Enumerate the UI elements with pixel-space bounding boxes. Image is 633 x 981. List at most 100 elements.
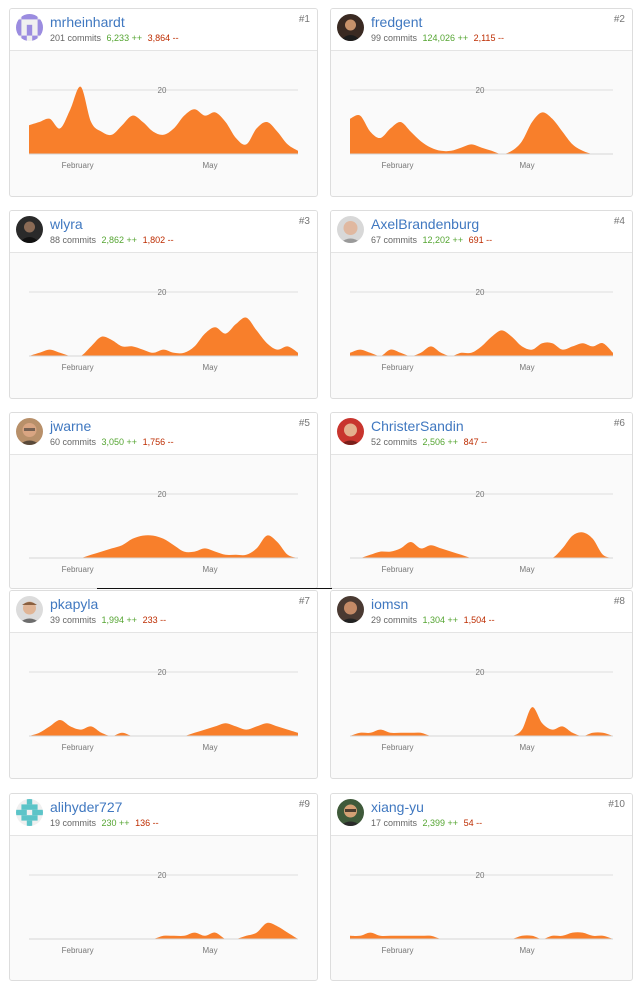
x-tick-label: May	[519, 946, 534, 955]
commit-count[interactable]: 29 commits	[371, 615, 417, 625]
contributor-header: AxelBrandenburg 67 commits 12,202 ++ 691…	[331, 211, 632, 253]
commit-area	[350, 330, 613, 356]
contributor-card: alihyder727 19 commits 230 ++ 136 -- #9 …	[9, 793, 318, 981]
contributor-card: iomsn 29 commits 1,304 ++ 1,504 -- #8 20…	[330, 590, 633, 779]
contributor-stats: 67 commits 12,202 ++ 691 --	[371, 235, 492, 245]
x-tick-label: February	[62, 363, 94, 372]
additions-count: 2,506 ++	[422, 437, 459, 447]
y-tick-label: 20	[476, 86, 485, 95]
additions-count: 2,862 ++	[101, 235, 138, 245]
x-tick-label: February	[382, 743, 414, 752]
x-tick-label: February	[62, 743, 94, 752]
contributor-username[interactable]: pkapyla	[50, 596, 98, 612]
contributor-header: ChristerSandin 52 commits 2,506 ++ 847 -…	[331, 413, 632, 455]
x-tick-label: May	[519, 743, 534, 752]
deletions-count: 847 --	[463, 437, 488, 447]
deletions-count: 691 --	[468, 235, 493, 245]
y-tick-label: 20	[158, 668, 167, 677]
commit-area	[29, 922, 298, 939]
deletions-count: 2,115 --	[473, 33, 504, 43]
contributor-username[interactable]: wlyra	[50, 216, 83, 232]
rank-label: #8	[613, 596, 625, 607]
contributor-username[interactable]: mrheinhardt	[50, 14, 125, 30]
avatar-photo-dark-icon[interactable]	[16, 216, 43, 243]
y-tick-label: 20	[158, 86, 167, 95]
x-tick-label: February	[382, 161, 414, 170]
rank-label: #1	[298, 14, 310, 25]
additions-count: 12,202 ++	[422, 235, 464, 245]
commit-count[interactable]: 201 commits	[50, 33, 101, 43]
commit-count[interactable]: 52 commits	[371, 437, 417, 447]
avatar-photo-red-icon[interactable]	[337, 418, 364, 445]
deletions-count: 3,864 --	[147, 33, 179, 43]
contributor-card: xiang-yu 17 commits 2,399 ++ 54 -- #10 2…	[330, 793, 633, 981]
avatar-photo-icon[interactable]	[16, 596, 43, 623]
commit-activity-chart: 20 February May	[350, 288, 613, 372]
contributor-stats: 17 commits 2,399 ++ 54 --	[371, 818, 482, 828]
contributor-username[interactable]: fredgent	[371, 14, 422, 30]
deletions-count: 1,504 --	[463, 615, 495, 625]
rank-label: #6	[613, 418, 625, 429]
commit-activity-chart: 20 February May	[350, 871, 613, 955]
identicon-purple-icon[interactable]	[16, 14, 43, 41]
commit-count[interactable]: 19 commits	[50, 818, 96, 828]
y-tick-label: 20	[158, 871, 167, 880]
avatar-photo-light-icon[interactable]	[337, 216, 364, 243]
commit-count[interactable]: 39 commits	[50, 615, 96, 625]
y-tick-label: 20	[158, 490, 167, 499]
commit-count[interactable]: 99 commits	[371, 33, 417, 43]
contributor-username[interactable]: ChristerSandin	[371, 418, 464, 434]
contributor-card: fredgent 99 commits 124,026 ++ 2,115 -- …	[330, 8, 633, 197]
commit-activity-chart: 20 February May	[29, 490, 298, 574]
deletions-count: 136 --	[135, 818, 159, 828]
commit-area	[29, 535, 298, 558]
x-tick-label: May	[202, 946, 217, 955]
contributor-header: jwarne 60 commits 3,050 ++ 1,756 -- #5	[10, 413, 317, 455]
rank-label: #3	[298, 216, 310, 227]
contributor-header: xiang-yu 17 commits 2,399 ++ 54 -- #10	[331, 794, 632, 836]
identicon-teal-icon[interactable]	[16, 799, 43, 826]
x-tick-label: February	[62, 161, 94, 170]
commit-count[interactable]: 67 commits	[371, 235, 417, 245]
commit-count[interactable]: 60 commits	[50, 437, 96, 447]
x-tick-label: February	[382, 363, 414, 372]
contributor-stats: 201 commits 6,233 ++ 3,864 --	[50, 33, 179, 43]
rank-label: #10	[608, 799, 625, 810]
additions-count: 6,233 ++	[106, 33, 143, 43]
rank-label: #2	[613, 14, 625, 25]
commit-area	[29, 317, 298, 356]
contributor-header: pkapyla 39 commits 1,994 ++ 233 -- #7	[10, 591, 317, 633]
avatar-photo-icon[interactable]	[337, 799, 364, 826]
contributor-username[interactable]: xiang-yu	[371, 799, 424, 815]
avatar-photo-icon[interactable]	[16, 418, 43, 445]
y-tick-label: 20	[476, 871, 485, 880]
contributor-card: ChristerSandin 52 commits 2,506 ++ 847 -…	[330, 412, 633, 589]
commit-activity-chart: 20 February May	[29, 871, 298, 955]
x-tick-label: May	[519, 565, 534, 574]
additions-count: 1,994 ++	[101, 615, 138, 625]
contributor-stats: 52 commits 2,506 ++ 847 --	[371, 437, 487, 447]
rank-label: #5	[298, 418, 310, 429]
x-tick-label: February	[62, 565, 94, 574]
commit-area	[350, 707, 613, 736]
contributor-username[interactable]: AxelBrandenburg	[371, 216, 479, 232]
x-tick-label: February	[62, 946, 94, 955]
contributor-header: wlyra 88 commits 2,862 ++ 1,802 -- #3	[10, 211, 317, 253]
commit-area	[29, 720, 298, 736]
contributor-username[interactable]: iomsn	[371, 596, 408, 612]
commit-activity-chart: 20 February May	[350, 86, 613, 170]
commit-area	[350, 112, 613, 154]
contributor-header: mrheinhardt 201 commits 6,233 ++ 3,864 -…	[10, 9, 317, 51]
contributor-header: iomsn 29 commits 1,304 ++ 1,504 -- #8	[331, 591, 632, 633]
commit-count[interactable]: 88 commits	[50, 235, 96, 245]
contributor-username[interactable]: alihyder727	[50, 799, 122, 815]
y-tick-label: 20	[476, 288, 485, 297]
avatar-photo-dark-icon[interactable]	[337, 596, 364, 623]
commit-count[interactable]: 17 commits	[371, 818, 417, 828]
contributor-card: wlyra 88 commits 2,862 ++ 1,802 -- #3 20…	[9, 210, 318, 399]
commit-activity-chart: 20 February May	[29, 288, 298, 372]
contributor-stats: 99 commits 124,026 ++ 2,115 --	[371, 33, 504, 43]
contributor-username[interactable]: jwarne	[50, 418, 91, 434]
x-tick-label: May	[202, 565, 217, 574]
avatar-photo-dark-icon[interactable]	[337, 14, 364, 41]
